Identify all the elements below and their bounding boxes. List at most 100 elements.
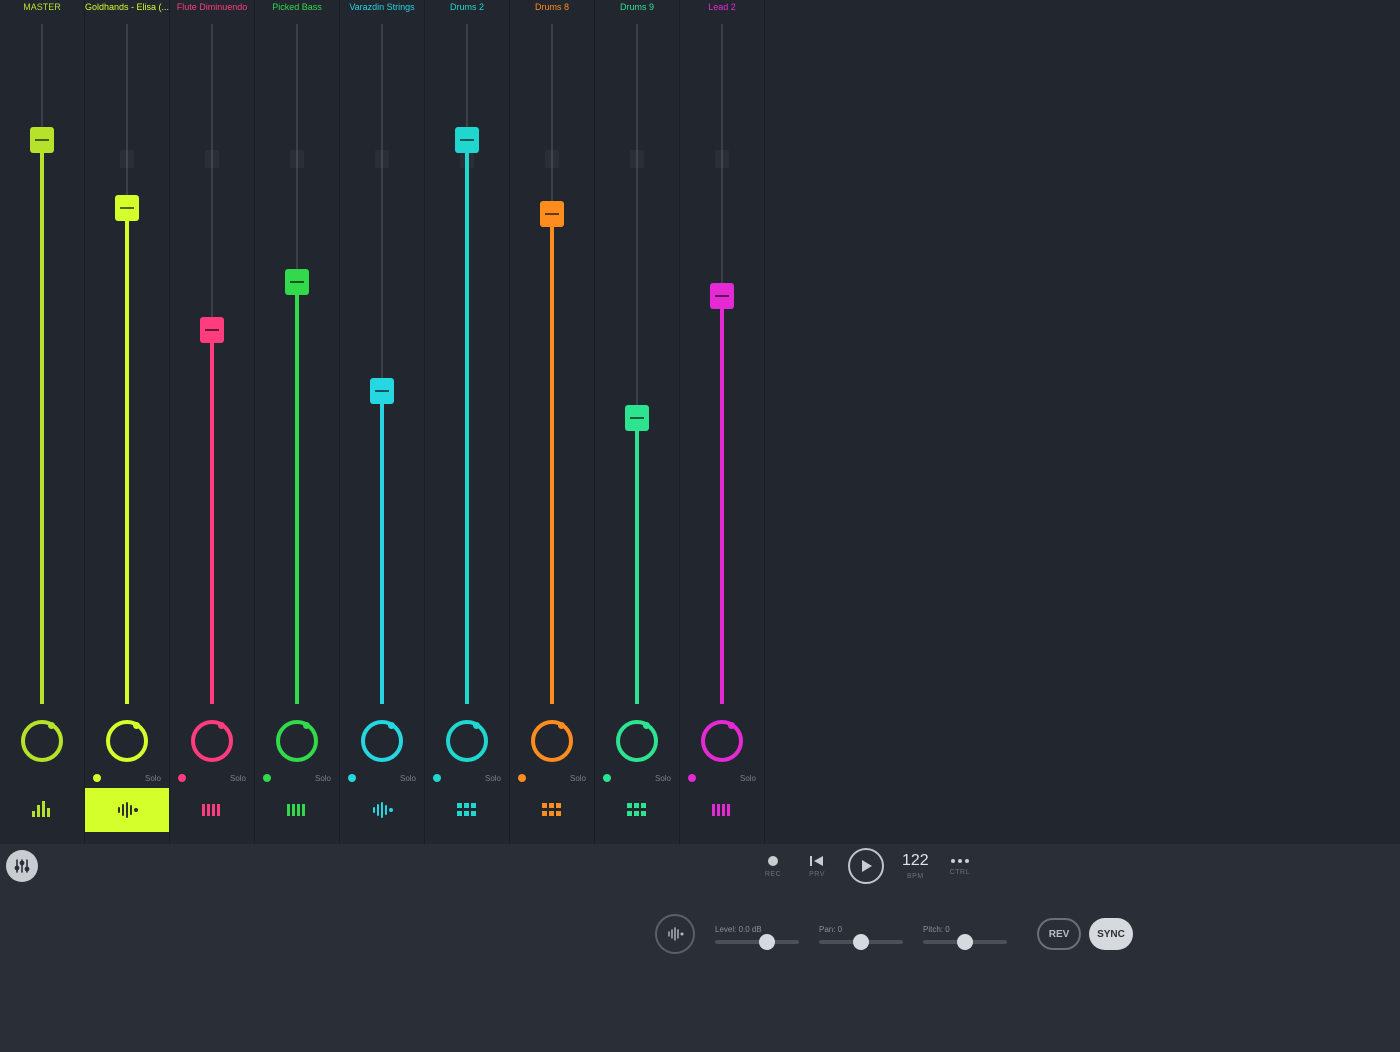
solo-button[interactable]: Solo <box>271 774 331 783</box>
fader-track[interactable] <box>680 14 764 714</box>
mute-button[interactable] <box>688 774 696 782</box>
fader-cap[interactable] <box>115 195 139 221</box>
mute-button[interactable] <box>178 774 186 782</box>
track-label[interactable]: MASTER <box>0 0 84 14</box>
play-button[interactable] <box>848 848 884 884</box>
record-button[interactable]: REC <box>760 854 786 878</box>
track-type-button[interactable] <box>340 788 424 832</box>
mute-button[interactable] <box>603 774 611 782</box>
prev-button[interactable]: PRV <box>804 854 830 878</box>
pan-knob[interactable] <box>701 720 743 762</box>
level-slider-thumb[interactable] <box>759 934 775 950</box>
fader-notch <box>120 207 134 209</box>
track-type-button[interactable] <box>595 788 679 832</box>
mute-button[interactable] <box>93 774 101 782</box>
solo-button[interactable]: Solo <box>696 774 756 783</box>
pan-knob[interactable] <box>21 720 63 762</box>
track-3: Picked Bass Solo <box>255 0 340 844</box>
pan-slider[interactable] <box>819 940 903 944</box>
mixer-view-button[interactable] <box>6 850 38 882</box>
track-type-button[interactable] <box>0 788 84 832</box>
fader-track[interactable] <box>85 14 169 714</box>
fader-cap[interactable] <box>285 269 309 295</box>
wave-dot-icon <box>370 802 394 818</box>
track-label[interactable]: Drums 9 <box>595 0 679 14</box>
mute-button[interactable] <box>263 774 271 782</box>
pads-icon <box>456 802 478 818</box>
keys-icon <box>711 802 733 818</box>
track-label[interactable]: Drums 2 <box>425 0 509 14</box>
solo-button[interactable]: Solo <box>611 774 671 783</box>
track-type-button[interactable] <box>170 788 254 832</box>
fader-ghost <box>630 150 644 168</box>
fader-cap[interactable] <box>455 127 479 153</box>
pan-knob[interactable] <box>276 720 318 762</box>
fader-cap[interactable] <box>200 317 224 343</box>
track-type-button[interactable] <box>255 788 339 832</box>
selected-track-controls: Level: 0.0 dB Pan: 0 Pitch: 0 REV SYNC <box>655 904 1390 964</box>
fader-cap[interactable] <box>710 283 734 309</box>
fader-track[interactable] <box>510 14 594 714</box>
pan-knob-wrap <box>595 714 679 768</box>
track-type-button[interactable] <box>680 788 764 832</box>
pan-knob[interactable] <box>106 720 148 762</box>
solo-button[interactable]: Solo <box>186 774 246 783</box>
fader-track[interactable] <box>0 14 84 714</box>
fader-track[interactable] <box>425 14 509 714</box>
pitch-slider[interactable] <box>923 940 1007 944</box>
level-label: Level: 0.0 dB <box>715 925 762 934</box>
pan-param: Pan: 0 <box>819 925 903 944</box>
track-type-button[interactable] <box>510 788 594 832</box>
fader-track[interactable] <box>255 14 339 714</box>
mute-button[interactable] <box>433 774 441 782</box>
pan-knob[interactable] <box>616 720 658 762</box>
track-type-button[interactable] <box>425 788 509 832</box>
fader-stem <box>40 140 44 704</box>
track-label[interactable]: Varazdin Strings <box>340 0 424 14</box>
pan-knob[interactable] <box>531 720 573 762</box>
fader-cap[interactable] <box>30 127 54 153</box>
pan-knob[interactable] <box>361 720 403 762</box>
bpm-display[interactable]: 122 BPM <box>902 852 929 880</box>
solo-button[interactable]: Solo <box>526 774 586 783</box>
track-label[interactable]: Flute Diminuendo <box>170 0 254 14</box>
fader-notch <box>290 281 304 283</box>
selected-track-icon-button[interactable] <box>655 914 695 954</box>
track-type-button[interactable] <box>85 788 169 832</box>
fader-cap[interactable] <box>540 201 564 227</box>
solo-button[interactable]: Solo <box>101 774 161 783</box>
pan-knob-wrap <box>425 714 509 768</box>
ctrl-menu-button[interactable]: CTRL <box>947 856 973 876</box>
solo-button[interactable]: Solo <box>441 774 501 783</box>
record-icon <box>766 854 780 868</box>
track-label[interactable]: Picked Bass <box>255 0 339 14</box>
fader-stem <box>635 418 639 704</box>
pan-knob-wrap <box>0 714 84 768</box>
rev-button[interactable]: REV <box>1037 918 1081 950</box>
wave-dot-icon <box>115 802 139 818</box>
mute-button[interactable] <box>518 774 526 782</box>
pan-knob[interactable] <box>191 720 233 762</box>
dots-icon <box>949 856 971 866</box>
track-label[interactable]: Goldhands - Elisa (...ocal) <box>85 0 169 14</box>
pan-knob-indicator <box>388 722 395 729</box>
pan-slider-thumb[interactable] <box>853 934 869 950</box>
level-slider[interactable] <box>715 940 799 944</box>
fader-stem <box>550 214 554 704</box>
track-0: MASTER <box>0 0 85 844</box>
solo-button[interactable]: Solo <box>356 774 416 783</box>
fader-track[interactable] <box>170 14 254 714</box>
track-label[interactable]: Lead 2 <box>680 0 764 14</box>
fader-cap[interactable] <box>370 378 394 404</box>
pitch-slider-thumb[interactable] <box>957 934 973 950</box>
fader-notch <box>35 139 49 141</box>
fader-ghost <box>375 150 389 168</box>
pan-knob[interactable] <box>446 720 488 762</box>
fader-track[interactable] <box>595 14 679 714</box>
sync-button[interactable]: SYNC <box>1089 918 1133 950</box>
fader-cap[interactable] <box>625 405 649 431</box>
fader-track[interactable] <box>340 14 424 714</box>
mute-button[interactable] <box>348 774 356 782</box>
track-label[interactable]: Drums 8 <box>510 0 594 14</box>
track-7: Drums 9 Solo <box>595 0 680 844</box>
